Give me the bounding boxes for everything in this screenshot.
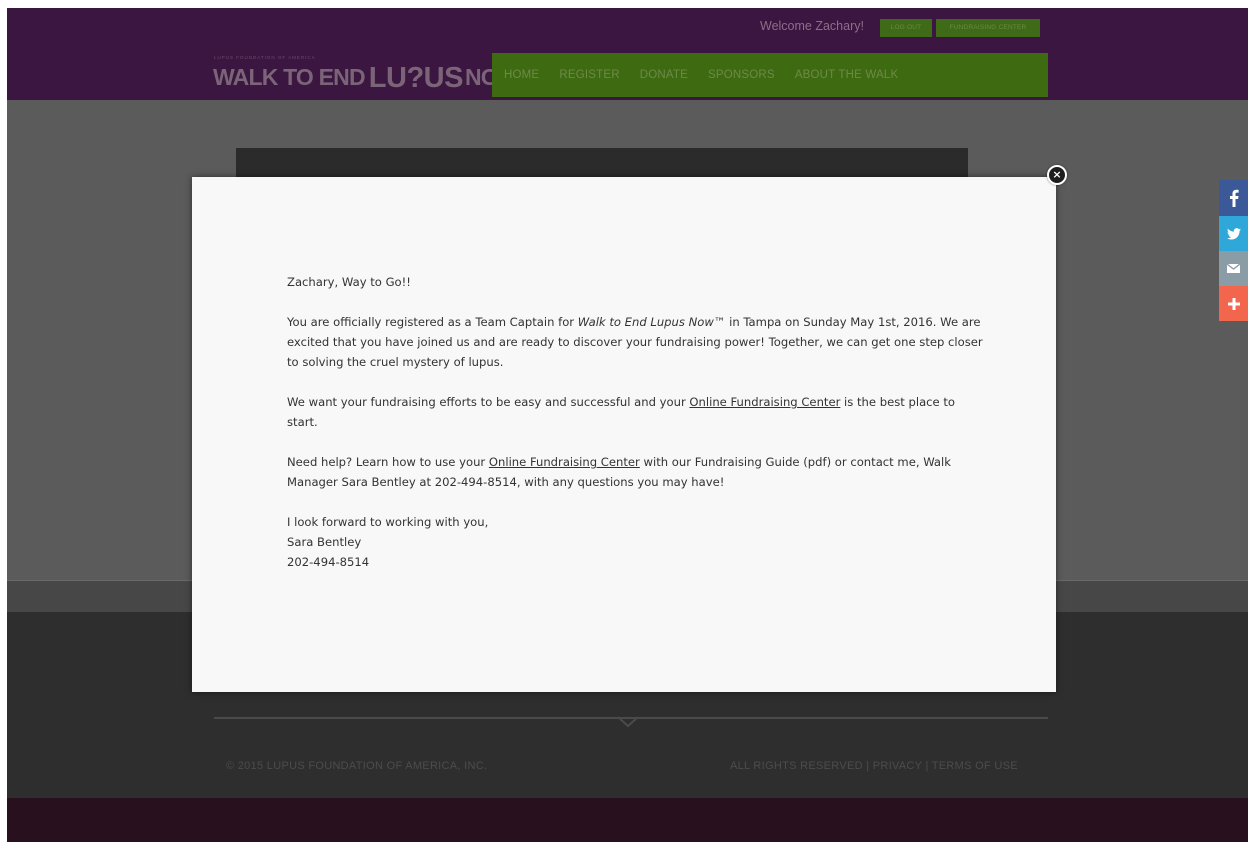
modal-greeting: Zachary, Way to Go!! [287,275,411,289]
bottom-band [7,798,1248,842]
online-fundraising-center-link[interactable]: Online Fundraising Center [689,395,840,409]
welcome-message: Welcome Zachary! [760,19,864,33]
share-bar [1219,180,1248,321]
footer-divider-notch [618,716,638,728]
modal-signature: I look forward to working with you, Sara… [287,512,987,572]
nav-item-about-the-walk[interactable]: ABOUT THE WALK [795,69,899,81]
site-header: Welcome Zachary! LOG OUT FUNDRAISING CEN… [7,8,1248,100]
modal-p3-text: Need help? Learn how to use your [287,455,489,469]
modal-paragraph-registered: You are officially registered as a Team … [287,312,987,372]
twitter-icon [1226,227,1241,240]
share-twitter-button[interactable] [1219,216,1248,251]
copyright-text: © 2015 LUPUS FOUNDATION OF AMERICA, INC. [226,760,488,772]
footer-legal-links[interactable]: ALL RIGHTS RESERVED | PRIVACY | TERMS OF… [730,760,1018,772]
logo-tagline: LUPUS FOUNDATION OF AMERICA [214,55,316,60]
fundraising-center-button[interactable]: FUNDRAISING CENTER [936,19,1040,37]
event-name: Walk to End Lupus Now™ [577,315,726,329]
modal-paragraph-help: Need help? Learn how to use your Online … [287,452,987,492]
share-facebook-button[interactable] [1219,180,1248,216]
close-icon: × [1052,168,1062,181]
modal-p1-text: You are officially registered as a Team … [287,315,578,329]
registration-confirmation-modal: Zachary, Way to Go!! You are officially … [192,177,1056,692]
site-logo[interactable]: WALK TO END LU?US NOW [213,61,520,94]
plus-icon [1227,297,1240,310]
signer-name: Sara Bentley [287,535,362,549]
online-fundraising-center-link-2[interactable]: Online Fundraising Center [489,455,640,469]
nav-item-donate[interactable]: DONATE [640,69,688,81]
nav-item-register[interactable]: REGISTER [559,69,619,81]
nav-item-home[interactable]: HOME [504,69,539,81]
main-nav: HOME REGISTER DONATE SPONSORS ABOUT THE … [492,53,1048,97]
logo-walk-text: WALK TO END [213,64,366,90]
modal-paragraph-fundraising: We want your fundraising efforts to be e… [287,392,987,432]
share-email-button[interactable] [1219,251,1248,286]
modal-close-button[interactable]: × [1047,165,1067,185]
share-more-button[interactable] [1219,286,1248,321]
facebook-icon [1229,189,1239,207]
modal-closing: I look forward to working with you, [287,515,489,529]
signer-phone: 202-494-8514 [287,555,370,569]
nav-item-sponsors[interactable]: SPONSORS [708,69,775,81]
modal-body: Zachary, Way to Go!! You are officially … [287,272,987,572]
modal-p2-text: We want your fundraising efforts to be e… [287,395,690,409]
logo-lupus-text: LU?US [368,62,464,94]
email-icon [1227,264,1240,273]
logout-button[interactable]: LOG OUT [880,19,932,37]
